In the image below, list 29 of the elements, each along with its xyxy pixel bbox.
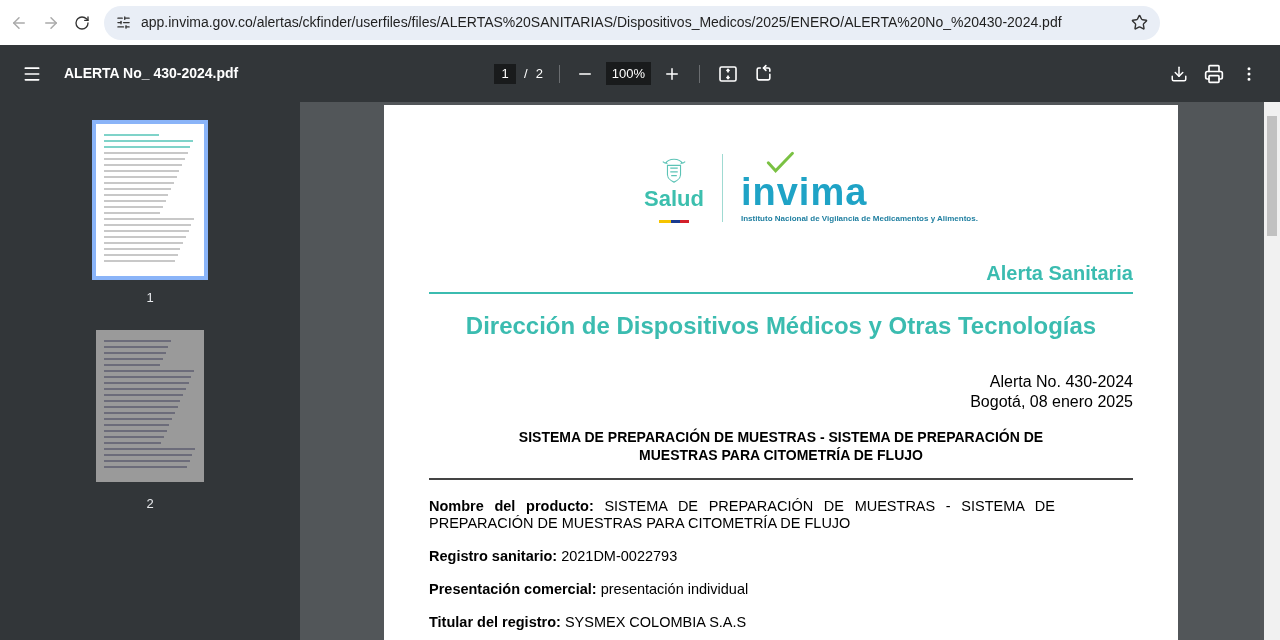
product-title: SISTEMA DE PREPARACIÓN DE MUESTRAS - SISTEMA DE PREPARACIÓN DE MUESTRAS PARA CITOMETRÍA DE FLUJO (517, 428, 1045, 464)
bookmark-star-icon[interactable] (1131, 14, 1148, 31)
document-title: ALERTA No_ 430-2024.pdf (64, 64, 240, 83)
zoom-level[interactable]: 100% (605, 61, 652, 86)
rotate-icon[interactable] (754, 64, 774, 83)
site-info-icon[interactable] (116, 15, 131, 30)
field-text: Registro sanitario: 2021DM-0022793 (429, 548, 679, 565)
print-icon[interactable] (1204, 63, 1224, 84)
url-text: app.invima.gov.co/alertas/ckfinder/userfiles/files/ALERTAS%20SANITARIAS/Dispositivos_Medicos/2025/ENERO/ALERTA%20No_%20430-2024.pdf (141, 13, 1063, 32)
page-number-input[interactable]: 1 (494, 63, 516, 84)
field-text: Presentación comercial: presentación individual (429, 581, 750, 598)
field-text: Titular del registro: SYSMEX COLOMBIA S.A.S (429, 614, 748, 631)
page-number: 2 (146, 494, 154, 513)
reload-icon[interactable] (74, 14, 90, 31)
alert-date: Bogotá, 08 enero 2025 (970, 392, 1133, 412)
address-bar[interactable]: app.invima.gov.co/alertas/ckfinder/userfiles/files/ALERTAS%20SANITARIAS/Dispositivos_Medicos/2025/ENERO/ALERTA%20No_%20430-2024.pdf (104, 5, 1160, 40)
field-text: Nombre del producto: SISTEMA DE PREPARACIÓN DE MUESTRAS - SISTEMA DE PREPARACIÓN DE MUESTRAS PARA CITOMETRÍA DE FLUJO (429, 498, 1055, 532)
alert-number: Alerta No. 430-2024 (989, 372, 1133, 392)
document-heading: Dirección de Dispositivos Médicos y Otras Tecnologías (464, 311, 1098, 341)
page-number: 1 (146, 289, 154, 307)
download-icon[interactable] (1170, 64, 1188, 83)
category-title: Alerta Sanitaria (985, 261, 1133, 286)
fit-to-page-icon[interactable] (718, 63, 739, 84)
brand-logo-text: invima (740, 173, 868, 211)
page-separator: / (524, 64, 528, 83)
ministry-logo-text: Salud (644, 187, 704, 210)
flag-stripe-icon (659, 219, 689, 223)
page-total: 2 (535, 64, 543, 83)
logo-tagline: Instituto Nacional de Vigilancia de Medicamentos y Alimentos. (740, 213, 978, 225)
